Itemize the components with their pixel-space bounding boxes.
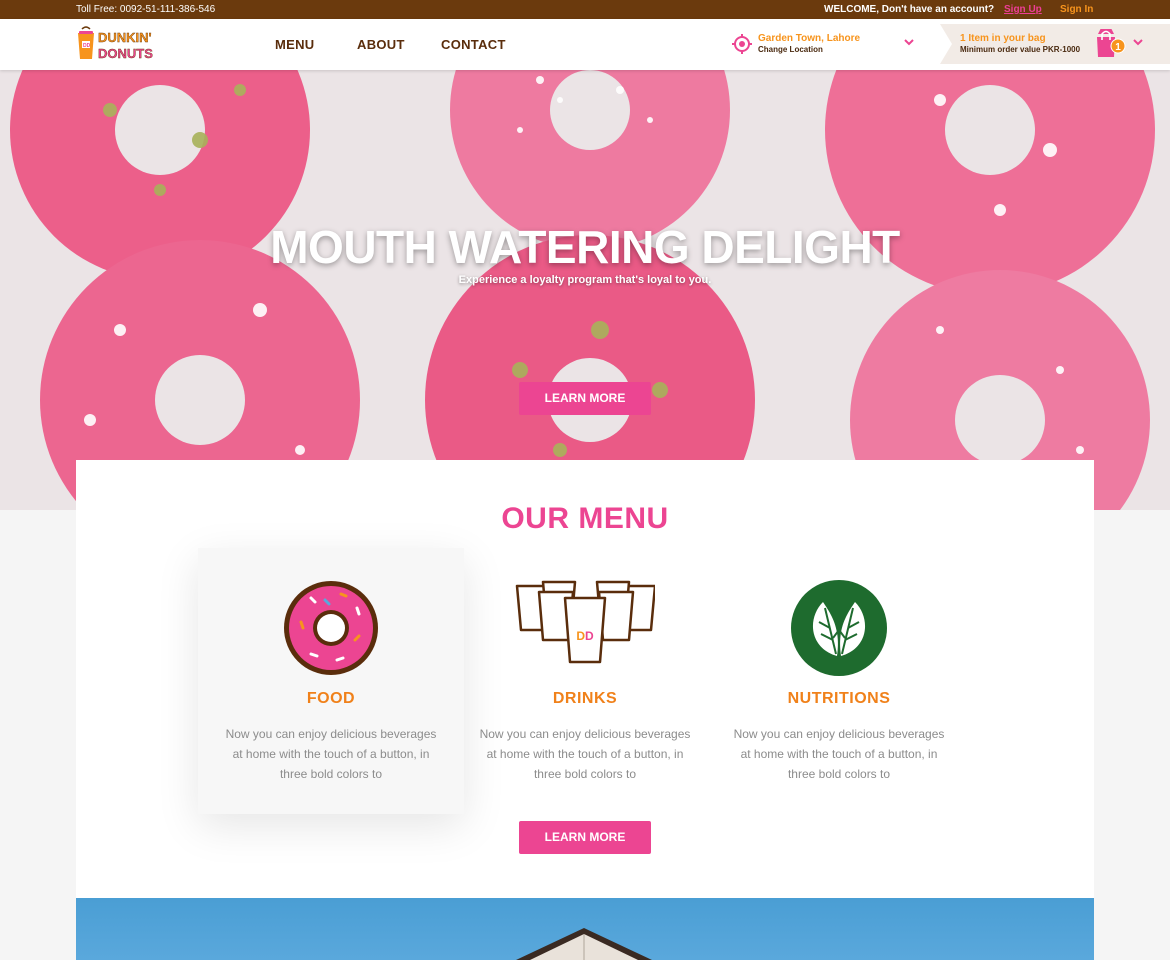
chevron-down-icon[interactable] (1132, 37, 1144, 47)
hero-title: MOUTH WATERING DELIGHT (270, 221, 900, 273)
menu-learn-more-button[interactable]: LEARN MORE (519, 821, 651, 854)
menu-card-nutritions[interactable]: NUTRITIONS Now you can enjoy delicious b… (706, 548, 972, 814)
toll-free-number: Toll Free: 0092-51-111-386-546 (76, 4, 216, 15)
shopping-bag-icon[interactable]: 1 (1094, 28, 1126, 58)
leaf-icon (791, 580, 887, 676)
hero-learn-more-button[interactable]: LEARN MORE (519, 382, 651, 415)
menu-card-description: Now you can enjoy delicious beverages at… (479, 727, 691, 781)
change-location-link[interactable]: Change Location (758, 45, 823, 54)
our-menu-section: OUR MENU FOOD Now you can enjoy deliciou… (76, 460, 1094, 898)
svg-text:DD: DD (576, 629, 594, 643)
cups-icon: DD (515, 580, 655, 664)
menu-card-title: FOOD (306, 690, 356, 707)
donut-icon (284, 581, 378, 675)
svg-text:1: 1 (1115, 42, 1121, 53)
top-bar: Toll Free: 0092-51-111-386-546 WELCOME, … (0, 0, 1170, 19)
svg-text:DUNKIN': DUNKIN' (98, 30, 152, 45)
nav-about[interactable]: ABOUT (357, 37, 405, 52)
store-roof-image (516, 928, 652, 960)
sign-up-link[interactable]: Sign Up (1004, 4, 1042, 15)
dunkin-donuts-logo[interactable]: DD DUNKIN' DONUTS (76, 25, 180, 63)
menu-card-drinks[interactable]: DD DRINKS Now you can enjoy delicious be… (452, 548, 718, 814)
bag-item-count-text[interactable]: 1 Item in your bag (960, 33, 1046, 44)
welcome-text: WELCOME, Don't have an account? (824, 4, 995, 15)
section-title: OUR MENU (501, 502, 669, 535)
menu-card-food[interactable]: FOOD Now you can enjoy delicious beverag… (198, 548, 464, 814)
nav-contact[interactable]: CONTACT (441, 37, 506, 52)
menu-card-title: NUTRITIONS (787, 690, 891, 707)
location-name[interactable]: Garden Town, Lahore (758, 33, 860, 44)
menu-card-description: Now you can enjoy delicious beverages at… (225, 727, 437, 781)
menu-card-description: Now you can enjoy delicious beverages at… (733, 727, 945, 781)
menu-card-title: DRINKS (552, 690, 618, 707)
svg-text:DD: DD (83, 43, 91, 49)
hero-banner: MOUTH WATERING DELIGHT Experience a loya… (0, 70, 1170, 510)
site-header: DD DUNKIN' DONUTS MENU ABOUT CONTACT Gar… (0, 19, 1170, 70)
store-image-banner (76, 898, 1094, 960)
hero-subtitle: Experience a loyalty program that's loya… (458, 274, 712, 286)
sign-in-link[interactable]: Sign In (1060, 4, 1093, 15)
svg-text:DONUTS: DONUTS (98, 46, 153, 61)
location-target-icon[interactable] (732, 34, 752, 54)
hero-donuts-image (0, 70, 1170, 510)
nav-menu[interactable]: MENU (275, 37, 314, 52)
minimum-order-text: Minimum order value PKR-1000 (960, 45, 1081, 54)
chevron-down-icon[interactable] (903, 37, 915, 47)
